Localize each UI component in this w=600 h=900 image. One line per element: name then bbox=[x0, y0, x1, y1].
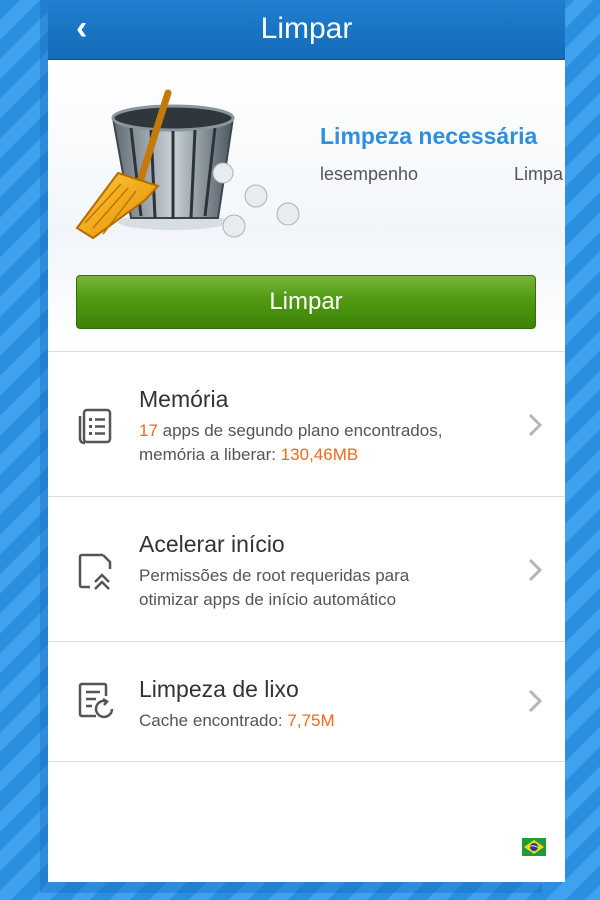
memory-desc-line1: 17 apps de segundo plano encontrados, bbox=[139, 421, 443, 440]
boost-title: Acelerar início bbox=[139, 531, 285, 557]
marquee-item: lesempenho bbox=[320, 164, 419, 184]
junk-desc-line1: Cache encontrado: 7,75M bbox=[139, 711, 335, 730]
junk-row[interactable]: Limpeza de lixo Cache encontrado: 7,75M bbox=[48, 642, 565, 760]
junk-title: Limpeza de lixo bbox=[139, 676, 299, 702]
marquee-item: Limpa bbox=[514, 164, 564, 184]
memory-title: Memória bbox=[139, 386, 229, 412]
memory-desc-line2: memória a liberar: 130,46MB bbox=[139, 445, 359, 464]
list-icon bbox=[78, 408, 112, 445]
boost-icon bbox=[78, 553, 112, 590]
clean-button[interactable]: Limpar bbox=[76, 275, 536, 329]
boost-desc-line1: Permissões de root requeridas para bbox=[139, 566, 410, 585]
paper-ball-icon bbox=[222, 202, 300, 238]
chevron-right-icon bbox=[528, 413, 543, 437]
app-screen: ‹ Limpar Limpeza necessária lesempenho L… bbox=[48, 0, 565, 882]
page-title: Limpar bbox=[260, 12, 353, 45]
divider bbox=[48, 761, 565, 762]
status-marquee: lesempenho Limpa bbox=[320, 164, 565, 188]
chevron-right-icon bbox=[528, 558, 543, 582]
boost-desc-line2: otimizar apps de início automático bbox=[139, 590, 397, 609]
title-bar: ‹ Limpar bbox=[48, 0, 565, 60]
chevron-right-icon bbox=[528, 689, 543, 713]
memory-row[interactable]: Memória 17 apps de segundo plano encontr… bbox=[48, 352, 565, 495]
brazil-flag-icon[interactable] bbox=[522, 838, 546, 856]
junk-icon bbox=[78, 682, 114, 719]
status-title: Limpeza necessária bbox=[320, 123, 538, 149]
boost-row[interactable]: Acelerar início Permissões de root reque… bbox=[48, 497, 565, 640]
